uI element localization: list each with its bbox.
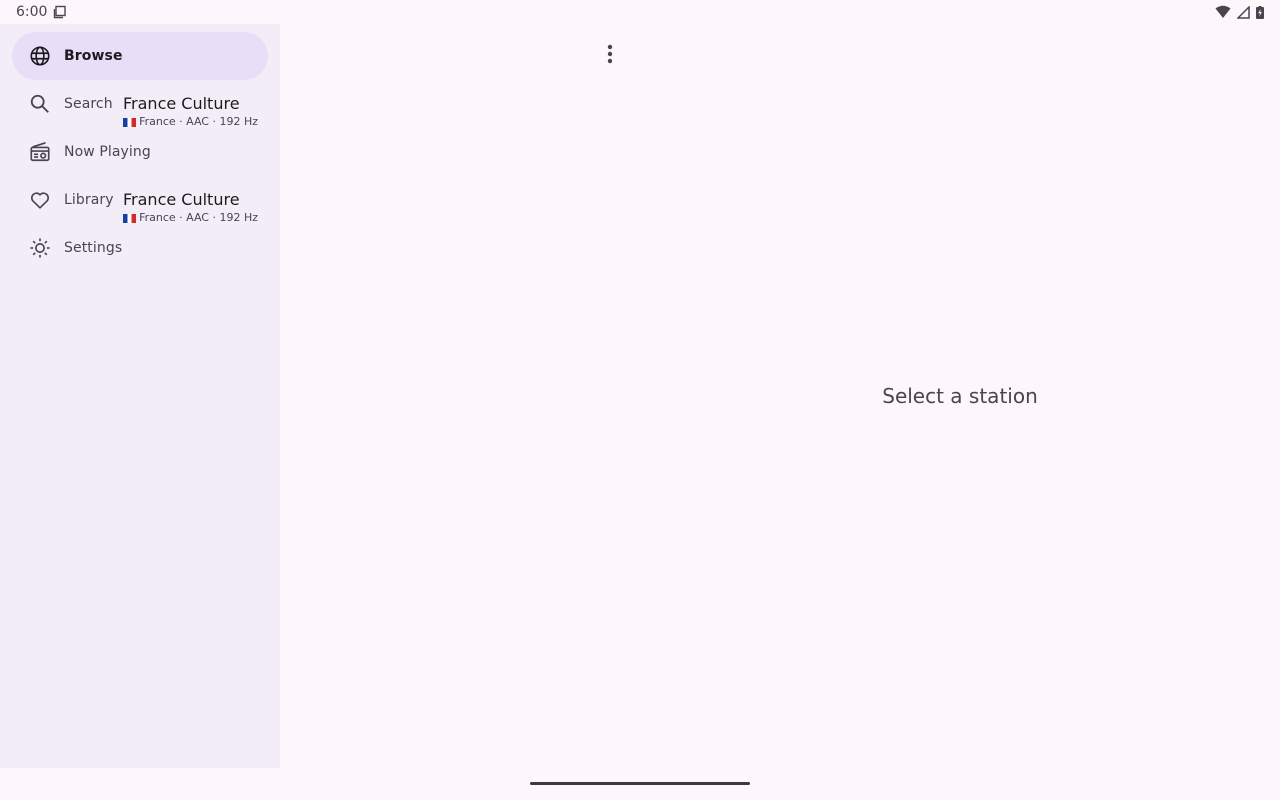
status-bar: 6:00 bbox=[0, 0, 1280, 24]
station-subtitle-row: France · AAC · 192 Hz bbox=[123, 115, 258, 129]
screenshot-notification-icon bbox=[53, 5, 67, 19]
france-flag-icon bbox=[123, 117, 137, 127]
status-left: 6:00 bbox=[16, 4, 67, 20]
nav-item-label: Browse bbox=[64, 48, 123, 64]
more-vert-icon bbox=[607, 44, 613, 68]
nav-item-label: Search bbox=[64, 96, 113, 112]
navigation-drawer: Browse Search Now Playing Library Settin… bbox=[0, 24, 280, 768]
station-subtitle: France · AAC · 192 Hz bbox=[139, 115, 258, 128]
radio-icon bbox=[28, 140, 52, 164]
station-title: France Culture bbox=[123, 94, 240, 113]
station-list-item[interactable]: France Culture France · AAC · 192 Hz bbox=[123, 93, 258, 129]
heart-icon bbox=[28, 188, 52, 212]
globe-icon bbox=[28, 44, 52, 68]
status-right bbox=[1215, 5, 1264, 19]
brightness-icon bbox=[28, 236, 52, 260]
station-subtitle: France · AAC · 192 Hz bbox=[139, 211, 258, 224]
nav-item-label: Now Playing bbox=[64, 144, 151, 160]
empty-state-message: Select a station bbox=[882, 384, 1038, 408]
station-list-item[interactable]: France Culture France · AAC · 192 Hz bbox=[123, 189, 258, 225]
nav-item-label: Library bbox=[64, 192, 114, 208]
nav-item-now-playing[interactable]: Now Playing bbox=[12, 128, 268, 176]
wifi-icon bbox=[1215, 5, 1231, 19]
nav-item-browse[interactable]: Browse bbox=[12, 32, 268, 80]
france-flag-icon bbox=[123, 213, 137, 223]
nav-item-settings[interactable]: Settings bbox=[12, 224, 268, 272]
nav-item-label: Settings bbox=[64, 240, 123, 256]
status-time: 6:00 bbox=[16, 4, 48, 20]
station-title: France Culture bbox=[123, 190, 240, 209]
gesture-navigation-handle[interactable] bbox=[530, 782, 750, 785]
station-subtitle-row: France · AAC · 192 Hz bbox=[123, 211, 258, 225]
search-icon bbox=[28, 92, 52, 116]
battery-icon bbox=[1256, 5, 1264, 19]
more-options-button[interactable] bbox=[590, 36, 630, 76]
cell-signal-icon bbox=[1237, 5, 1250, 19]
